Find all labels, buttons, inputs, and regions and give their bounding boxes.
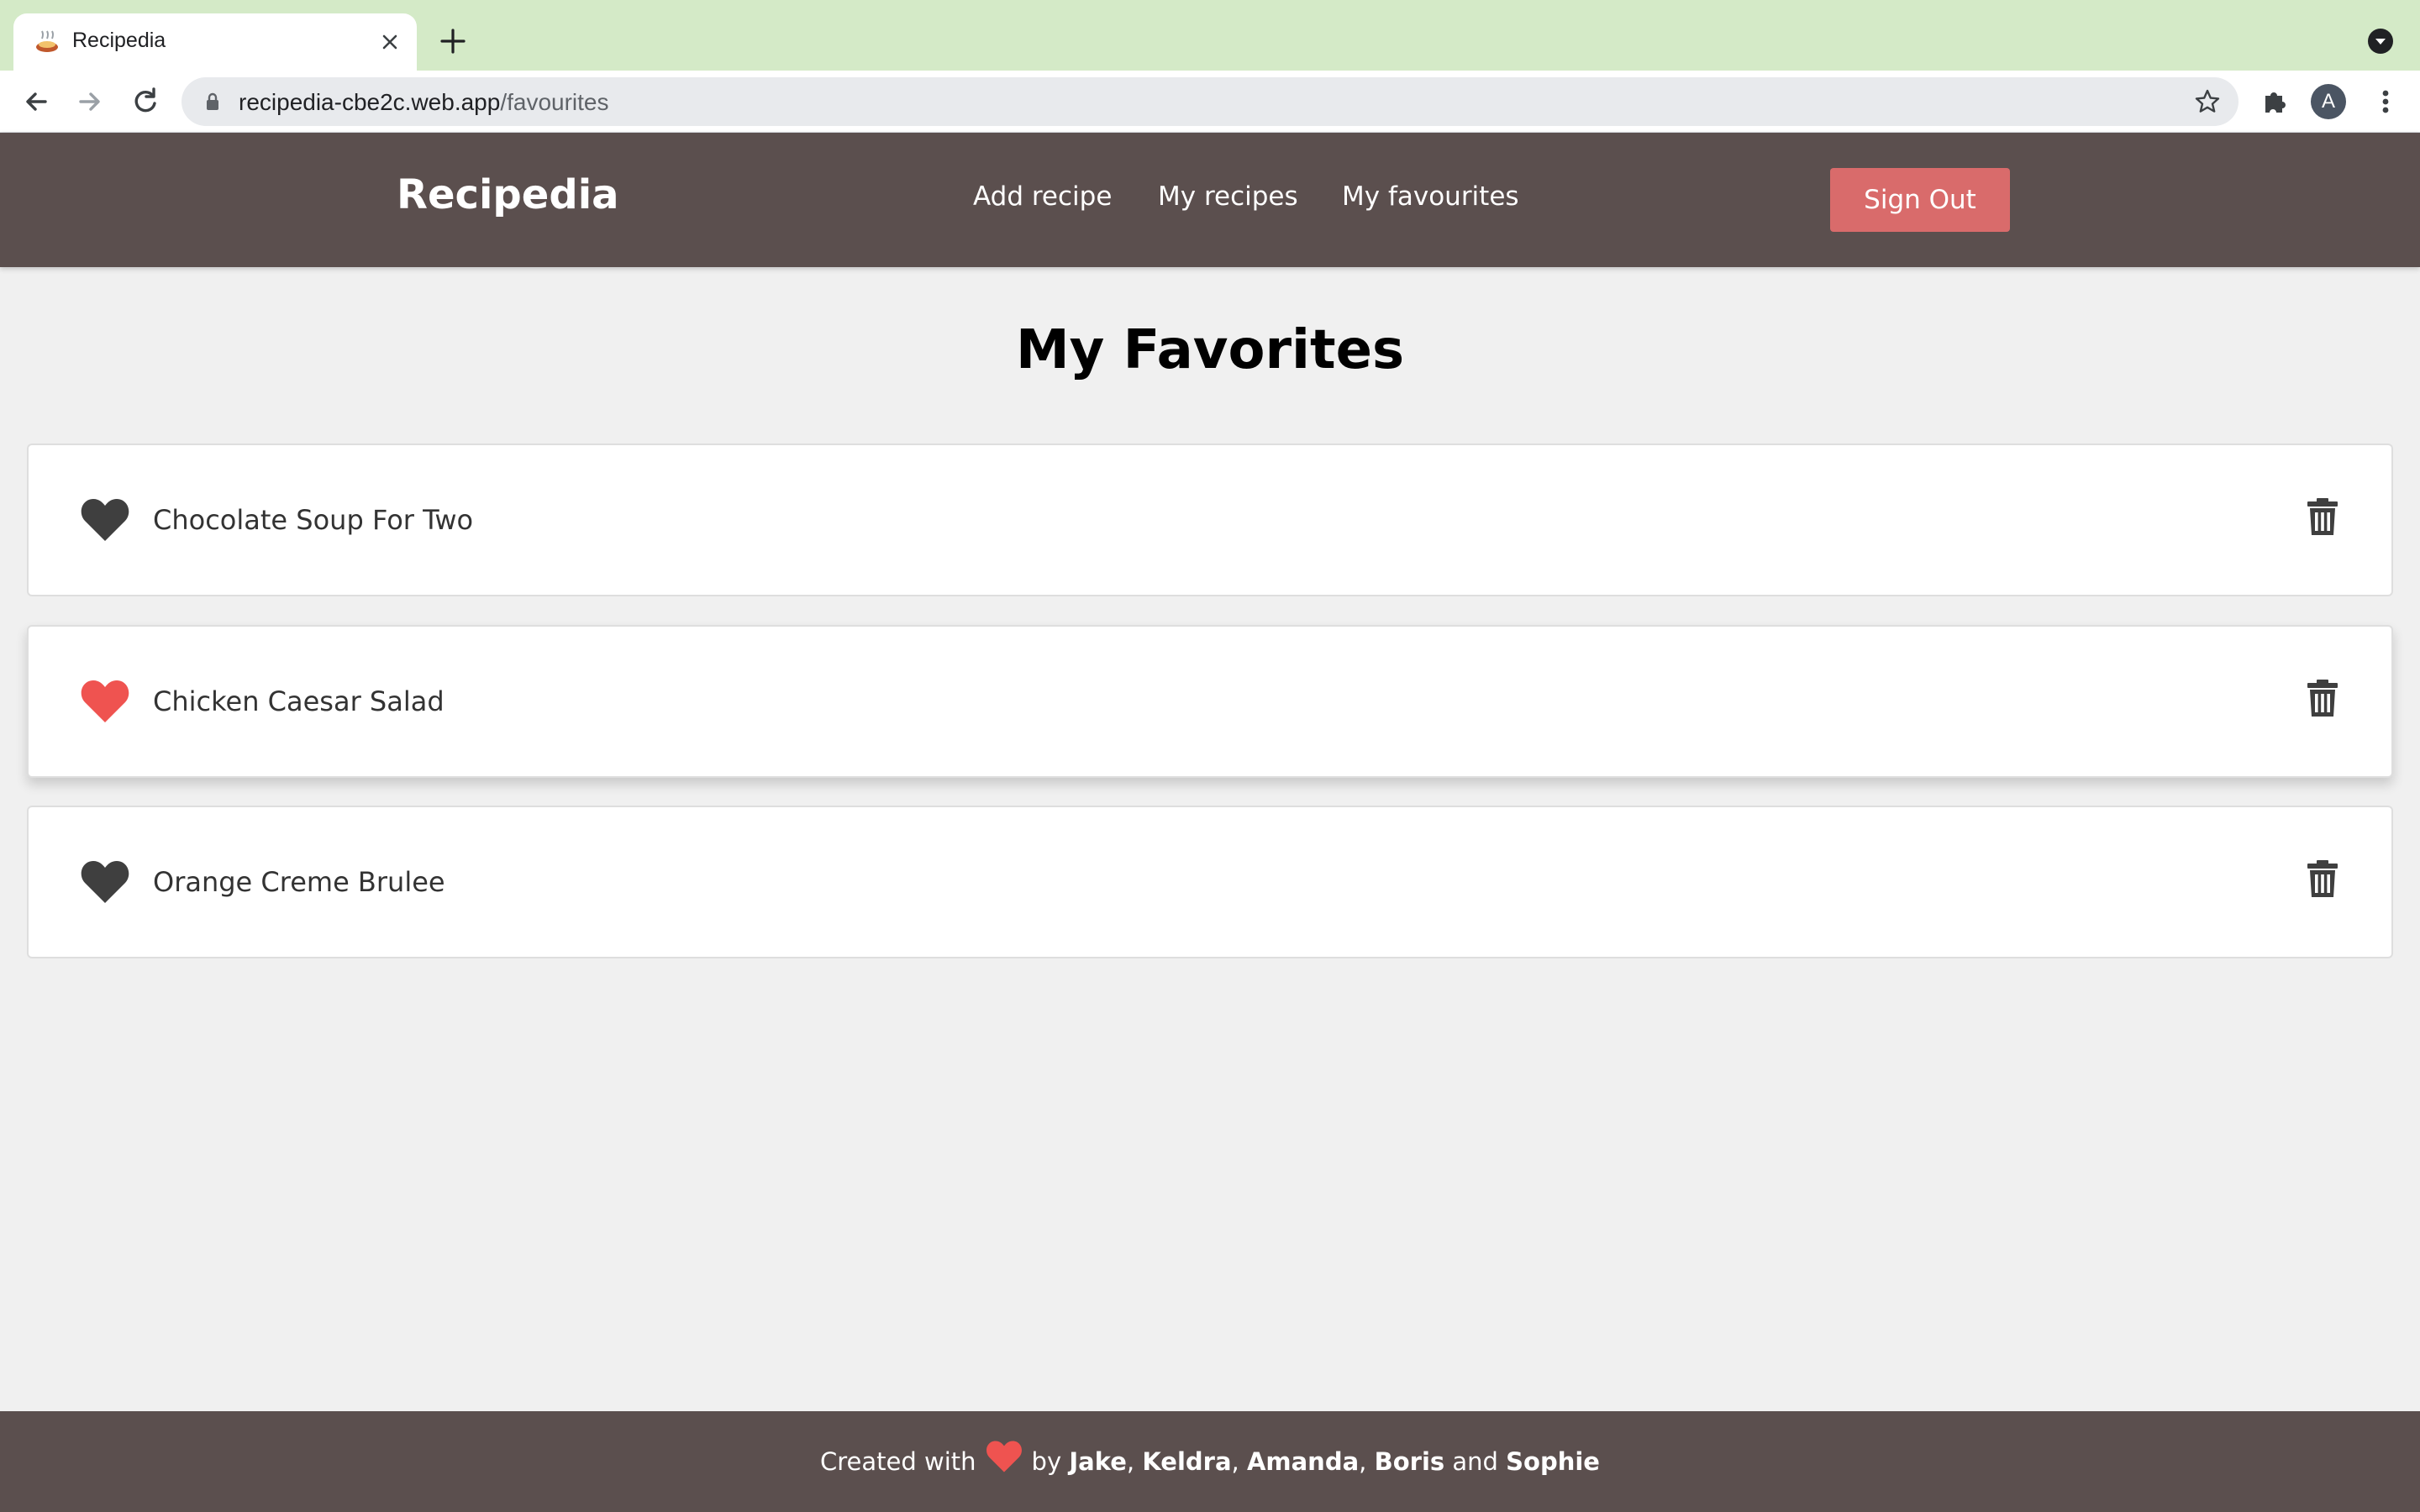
heart-icon bbox=[986, 1441, 1022, 1473]
sign-out-button[interactable]: Sign Out bbox=[1830, 168, 2010, 232]
recipe-name[interactable]: Chocolate Soup For Two bbox=[153, 504, 473, 536]
brand-logo[interactable]: Recipedia bbox=[397, 171, 619, 218]
browser-tab[interactable]: Recipedia bbox=[13, 13, 417, 71]
heart-icon[interactable] bbox=[81, 859, 129, 905]
recipe-name[interactable]: Orange Creme Brulee bbox=[153, 866, 445, 898]
nav-my-favourites[interactable]: My favourites bbox=[1342, 181, 1519, 212]
site-header: Recipedia Add recipe My recipes My favou… bbox=[0, 133, 2420, 267]
new-tab-plus-icon[interactable] bbox=[437, 25, 469, 57]
lock-icon[interactable] bbox=[202, 91, 224, 113]
heart-icon[interactable] bbox=[81, 497, 129, 543]
footer-and: and bbox=[1452, 1447, 1498, 1476]
site-footer: Created with by Jake, Keldra, Amanda, Bo… bbox=[0, 1411, 2420, 1512]
url-host: recipedia-cbe2c.web.app bbox=[239, 89, 501, 115]
url-text: recipedia-cbe2c.web.app/favourites bbox=[239, 89, 608, 116]
back-arrow-icon[interactable] bbox=[18, 84, 54, 119]
trash-icon[interactable] bbox=[2306, 497, 2339, 536]
bookmark-star-icon[interactable] bbox=[2193, 87, 2222, 116]
footer-created-with: Created with bbox=[820, 1447, 976, 1476]
nav-add-recipe[interactable]: Add recipe bbox=[973, 181, 1112, 212]
profile-avatar[interactable]: A bbox=[2311, 84, 2346, 119]
footer-author: Sophie bbox=[1506, 1447, 1600, 1476]
url-path: /favourites bbox=[500, 89, 609, 115]
footer-author: Keldra bbox=[1142, 1447, 1232, 1476]
favorite-card[interactable]: Orange Creme Brulee bbox=[27, 806, 2393, 958]
trash-icon[interactable] bbox=[2306, 859, 2339, 898]
trash-icon[interactable] bbox=[2306, 679, 2339, 717]
nav-my-recipes[interactable]: My recipes bbox=[1158, 181, 1298, 212]
footer-author: Boris bbox=[1374, 1447, 1445, 1476]
more-menu-icon[interactable] bbox=[2370, 86, 2402, 118]
extensions-puzzle-icon[interactable] bbox=[2259, 86, 2291, 118]
reload-icon[interactable] bbox=[128, 84, 163, 119]
close-icon[interactable] bbox=[376, 29, 403, 55]
recipe-favicon-icon bbox=[36, 30, 58, 52]
page-title: My Favorites bbox=[1015, 319, 1405, 381]
tab-title: Recipedia bbox=[72, 29, 166, 52]
recipe-name[interactable]: Chicken Caesar Salad bbox=[153, 685, 445, 717]
footer-author: Jake bbox=[1069, 1447, 1127, 1476]
favorite-card[interactable]: Chocolate Soup For Two bbox=[27, 444, 2393, 596]
address-bar[interactable]: recipedia-cbe2c.web.app/favourites bbox=[182, 77, 2238, 126]
browser-tabstrip: Recipedia bbox=[0, 0, 2420, 71]
tab-search-icon[interactable] bbox=[2368, 29, 2393, 54]
forward-arrow-icon[interactable] bbox=[72, 84, 108, 119]
footer-by: by bbox=[1031, 1447, 1062, 1476]
footer-author: Amanda bbox=[1246, 1447, 1360, 1476]
browser-toolbar: recipedia-cbe2c.web.app/favourites A bbox=[0, 71, 2420, 133]
favorite-card[interactable]: Chicken Caesar Salad bbox=[27, 625, 2393, 778]
heart-icon[interactable] bbox=[81, 679, 129, 724]
